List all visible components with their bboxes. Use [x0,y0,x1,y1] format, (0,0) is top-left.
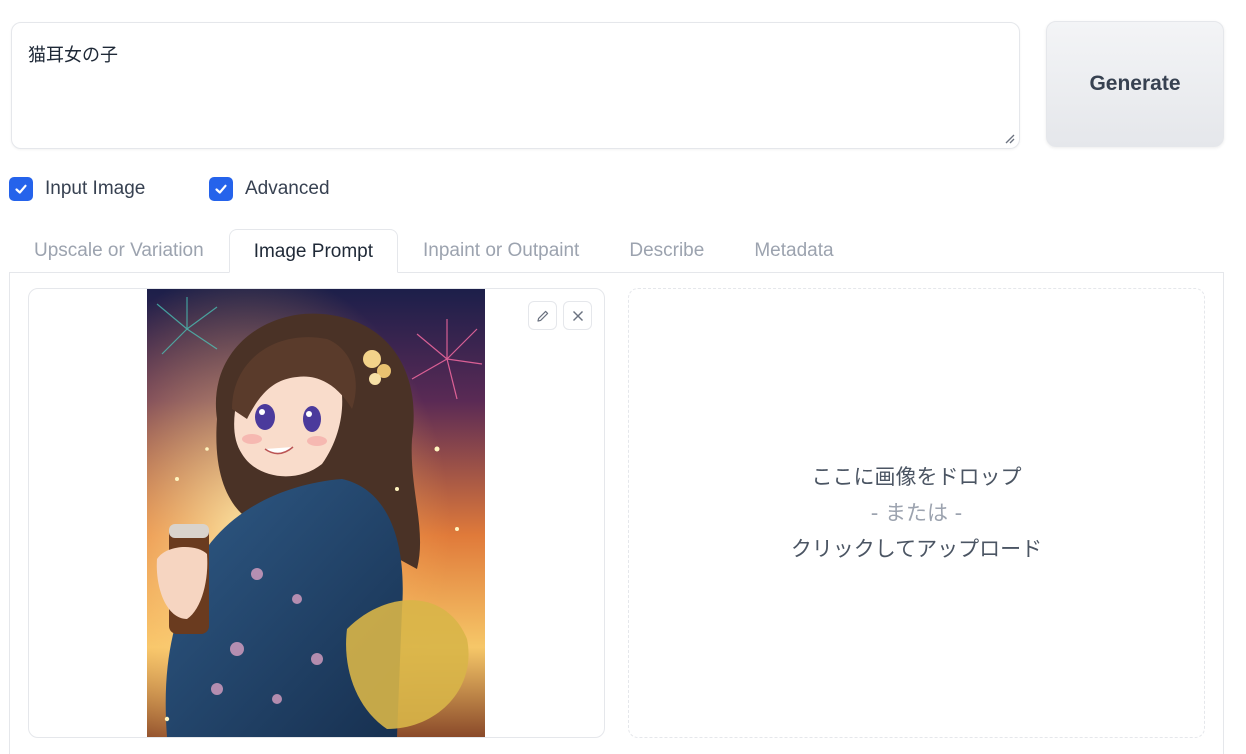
resize-handle-icon[interactable] [1003,132,1015,144]
tab-image-prompt[interactable]: Image Prompt [228,229,399,273]
click-to-upload-text: クリックしてアップロード [790,537,1043,561]
input-image-option[interactable]: Input Image [9,177,145,201]
advanced-label: Advanced [245,178,330,199]
image-drop-zone[interactable]: ここに画像をドロップ - または - クリックしてアップロード [628,288,1205,738]
drop-or-separator: - または - [870,501,963,525]
tab-metadata[interactable]: Metadata [729,229,858,273]
prompt-textarea[interactable]: 猫耳女の子 [11,22,1020,149]
input-image-label: Input Image [45,178,146,199]
close-icon [572,310,583,321]
image-input-box[interactable] [28,288,605,738]
tab-bar: Upscale or Variation Image Prompt Inpain… [9,229,859,273]
edit-image-button[interactable] [528,301,557,330]
tab-upscale-or-variation[interactable]: Upscale or Variation [9,229,229,273]
check-icon [15,184,27,194]
pencil-icon [536,310,548,322]
generate-button[interactable]: Generate [1046,21,1224,147]
advanced-option[interactable]: Advanced [209,177,330,201]
clear-image-button[interactable] [563,301,592,330]
tab-inpaint-or-outpaint[interactable]: Inpaint or Outpaint [398,229,604,273]
input-image-checkbox[interactable] [9,177,33,201]
check-icon [215,184,227,194]
advanced-checkbox[interactable] [209,177,233,201]
drop-instruction: ここに画像をドロップ [811,465,1022,489]
prompt-text: 猫耳女の子 [28,45,118,66]
tab-describe[interactable]: Describe [604,229,729,273]
uploaded-image [147,289,485,737]
